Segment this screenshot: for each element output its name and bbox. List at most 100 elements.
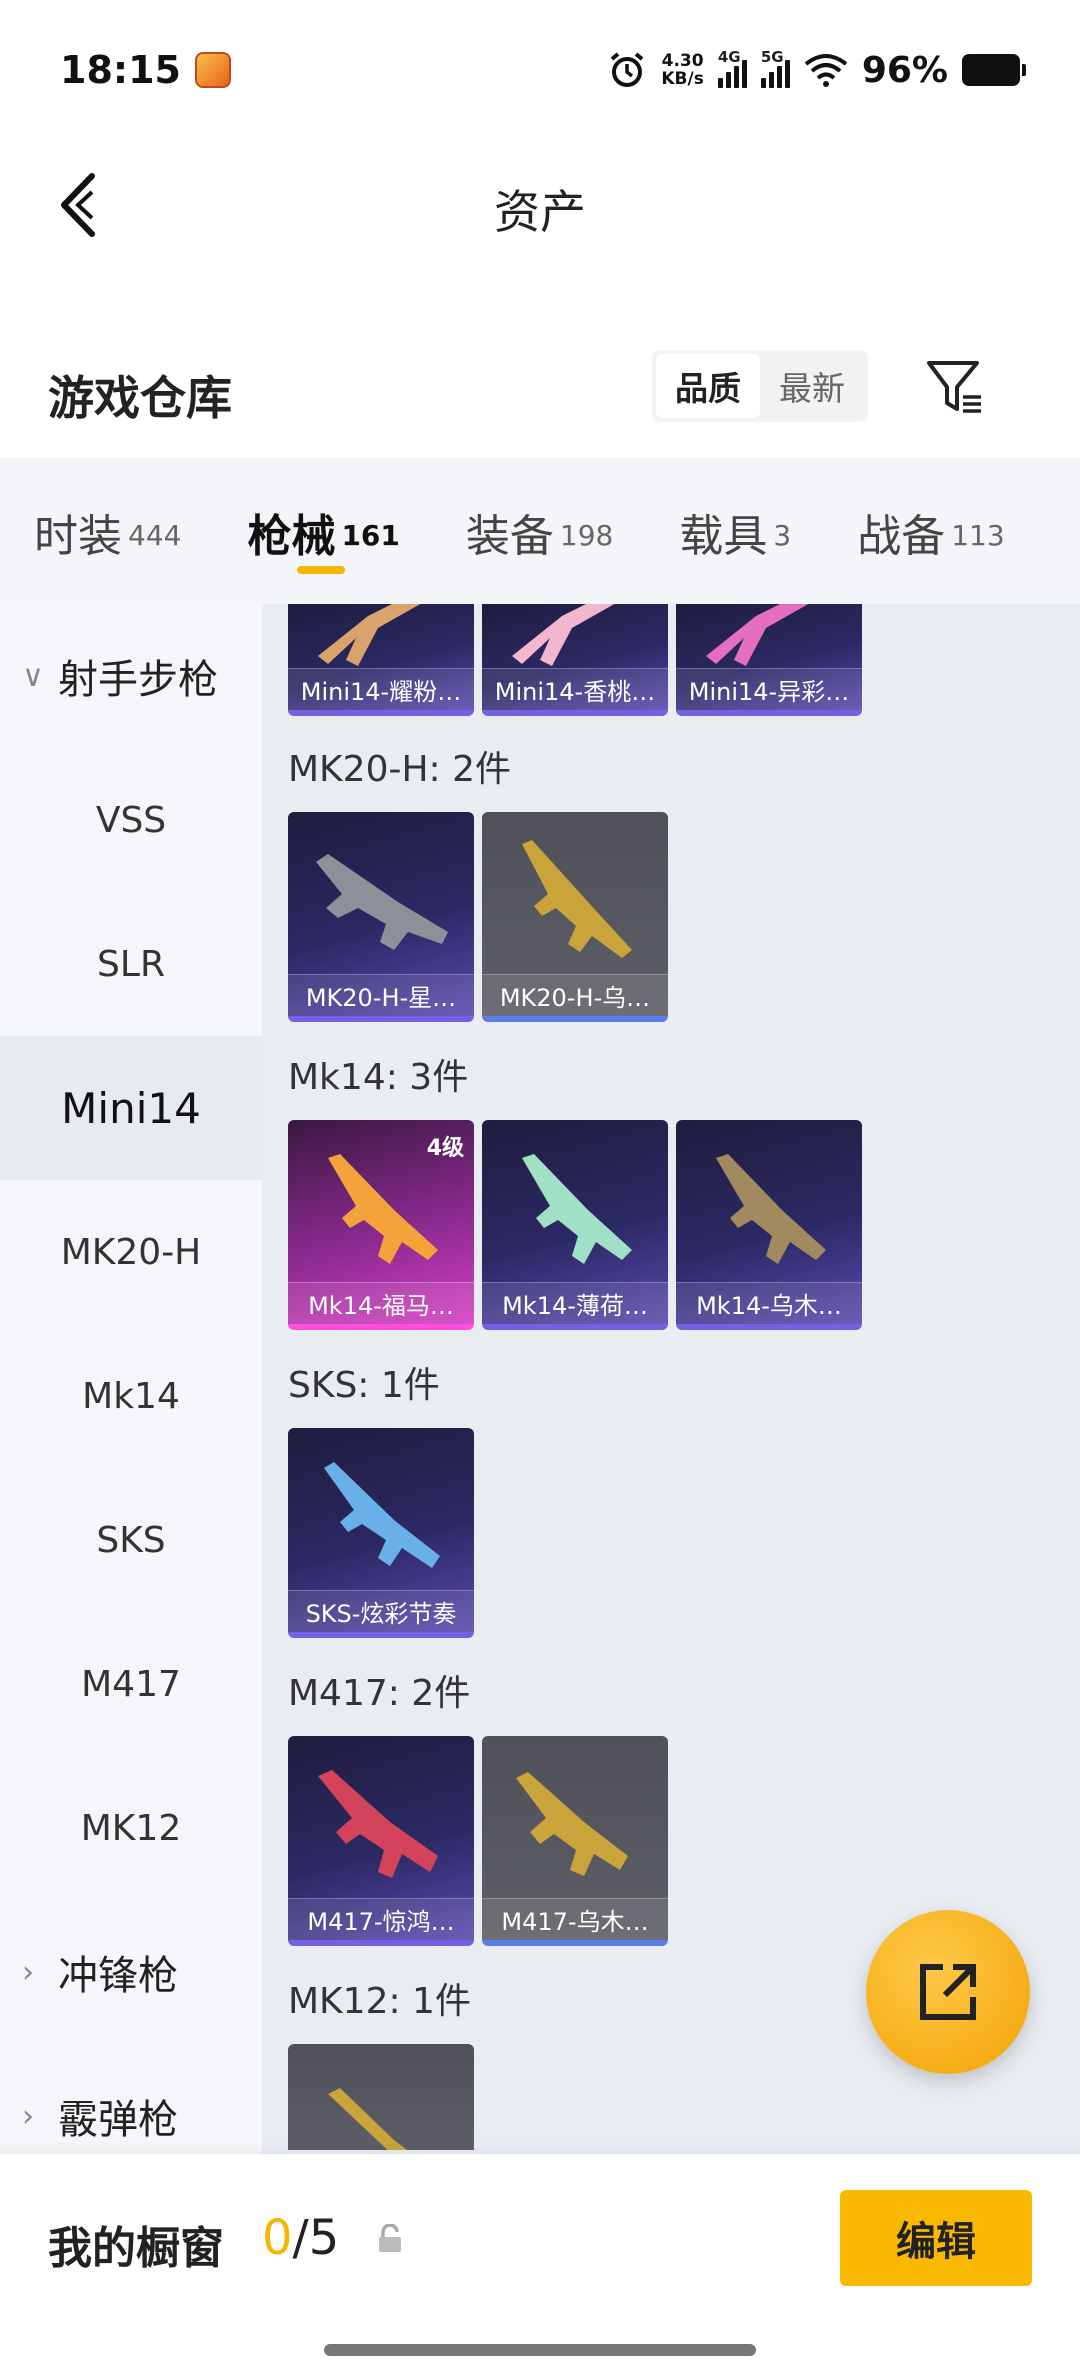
signal-4g-label: 4G <box>717 48 741 66</box>
sidebar-item-sks[interactable]: SKS <box>0 1468 262 1612</box>
sidebar-item-mk12[interactable]: MK12 <box>0 1756 262 1900</box>
card-row-mk14: 4级 Mk14-福马… Mk14-薄荷… Mk14-乌木… <box>288 1120 862 1330</box>
weapon-card[interactable]: Mini14-异彩… <box>676 604 862 716</box>
card-row-m417: M417-惊鸿… M417-乌木… <box>288 1736 668 1946</box>
weapon-card-label: Mini14-香桃… <box>482 668 668 710</box>
showcase-count-current: 0 <box>262 2210 293 2266</box>
sidebar-item-mk20h[interactable]: MK20-H <box>0 1180 262 1324</box>
tab-label: 时装 <box>34 511 122 562</box>
weapon-card-label: MK20-H-星… <box>288 974 474 1016</box>
sort-toggle: 品质 最新 <box>652 350 868 422</box>
sidebar-group-marksman[interactable]: ∨ 射手步枪 <box>0 604 262 748</box>
sort-by-quality[interactable]: 品质 <box>656 354 760 418</box>
section-label-m417: M417: 2件 <box>288 1673 471 1714</box>
weapon-card[interactable]: MK20-H-乌… <box>482 812 668 1022</box>
chevron-right-icon: › <box>22 2098 34 2134</box>
warehouse-title: 游戏仓库 <box>48 371 232 425</box>
card-row-sks: SKS-炫彩节奏 <box>288 1428 474 1638</box>
nav-bar: 资产 <box>0 140 1080 270</box>
weapon-card-label: Mini14-异彩… <box>676 668 862 710</box>
rifle-image-icon <box>716 1154 826 1264</box>
tab-weapons[interactable]: 枪械 161 <box>247 458 400 604</box>
signal-5g-label: 5G <box>760 48 784 66</box>
status-bar: 18:15 4.30 KB/s 4G 5G 96% <box>0 0 1080 140</box>
rifle-image-icon <box>522 1154 632 1264</box>
rifle-image-icon <box>328 1154 438 1264</box>
app-notification-icon <box>194 52 231 88</box>
sidebar-group-label: 射手步枪 <box>58 657 218 703</box>
wifi-icon <box>804 54 848 87</box>
sidebar-group-smg[interactable]: › 冲锋枪 <box>0 1900 262 2044</box>
rifle-image-icon <box>328 2088 407 2150</box>
share-button[interactable] <box>866 1910 1030 2074</box>
edit-button[interactable]: 编辑 <box>840 2190 1032 2286</box>
tab-fashion[interactable]: 时装 444 <box>34 458 181 604</box>
sidebar-item-vss[interactable]: VSS <box>0 748 262 892</box>
weapon-card[interactable]: Mk14-乌木… <box>676 1120 862 1330</box>
tab-count: 444 <box>128 518 182 552</box>
weapon-card[interactable]: MK20-H-星… <box>288 812 474 1022</box>
weapon-card-label: SKS-炫彩节奏 <box>288 1590 474 1632</box>
weapon-card[interactable]: Mini14-香桃… <box>482 604 668 716</box>
sidebar-item-slr[interactable]: SLR <box>0 892 262 1036</box>
filter-icon <box>927 361 981 413</box>
weapon-card-label: Mk14-薄荷… <box>482 1282 668 1324</box>
card-row-mk20h: MK20-H-星… MK20-H-乌… <box>288 812 668 1022</box>
rifle-image-icon <box>516 1772 628 1876</box>
weapon-type-sidebar: ∨ 射手步枪 VSS SLR Mini14 MK20-H Mk14 SKS M4… <box>0 604 262 2154</box>
weapon-card-label: MK20-H-乌… <box>482 974 668 1016</box>
rifle-image-icon <box>318 1770 438 1878</box>
lock-icon <box>379 2224 401 2252</box>
sidebar-item-m417[interactable]: M417 <box>0 1612 262 1756</box>
weapon-card[interactable]: Mini14-耀粉… <box>288 604 474 716</box>
speed-unit: KB/s <box>661 69 704 89</box>
weapon-card[interactable]: 4级 Mk14-福马… <box>288 1120 474 1330</box>
tab-equipment[interactable]: 装备 198 <box>466 458 613 604</box>
section-label-sks: SKS: 1件 <box>288 1365 440 1406</box>
weapon-card[interactable]: SKS-炫彩节奏 <box>288 1428 474 1638</box>
share-icon <box>920 1964 976 2020</box>
weapon-card[interactable] <box>288 2044 474 2150</box>
sidebar-group-label: 冲锋枪 <box>58 1953 178 1999</box>
weapon-card-label: M417-惊鸿… <box>288 1898 474 1940</box>
warehouse-header: 游戏仓库 品质 最新 <box>0 340 1080 460</box>
tab-supplies[interactable]: 战备 113 <box>857 458 1004 604</box>
alarm-icon <box>611 52 644 87</box>
sidebar-item-mini14[interactable]: Mini14 <box>0 1036 262 1180</box>
weapon-card[interactable]: M417-乌木… <box>482 1736 668 1946</box>
tab-vehicles[interactable]: 载具 3 <box>679 458 791 604</box>
sort-by-latest[interactable]: 最新 <box>760 354 864 418</box>
category-tabs: 时装 444 枪械 161 装备 198 载具 3 战备 113 <box>0 458 1080 604</box>
rifle-image-icon <box>316 854 448 950</box>
network-speed: 4.30 KB/s <box>661 52 703 88</box>
tab-count: 198 <box>559 518 614 552</box>
tab-count: 113 <box>951 518 1005 552</box>
speed-value: 4.30 <box>661 51 704 71</box>
page-title: 资产 <box>494 185 586 239</box>
tab-count: 161 <box>341 518 400 552</box>
home-indicator[interactable] <box>324 2344 756 2356</box>
signal-4g-icon: 4G <box>717 48 747 88</box>
chevron-down-icon: ∨ <box>22 658 44 694</box>
tab-count: 3 <box>773 518 792 552</box>
tab-label: 装备 <box>465 511 554 562</box>
weapon-card[interactable]: M417-惊鸿… <box>288 1736 474 1946</box>
weapon-card[interactable]: Mk14-薄荷… <box>482 1120 668 1330</box>
weapon-card-label: Mk14-福马… <box>288 1282 474 1324</box>
status-time: 18:15 <box>60 48 181 92</box>
tab-label: 载具 <box>679 511 768 562</box>
weapon-card-label: Mini14-耀粉… <box>288 668 474 710</box>
rifle-image-icon <box>324 1462 440 1568</box>
sidebar-group-label: 霰弹枪 <box>58 2097 178 2143</box>
weapon-card-label: Mk14-乌木… <box>676 1282 862 1324</box>
tab-label: 枪械 <box>247 511 336 562</box>
rifle-image-icon <box>522 840 632 958</box>
active-tab-indicator <box>297 566 346 574</box>
filter-button[interactable] <box>920 352 990 422</box>
battery-percent: 96% <box>861 49 948 91</box>
sidebar-group-shotgun[interactable]: › 霰弹枪 <box>0 2044 262 2154</box>
sidebar-item-mk14[interactable]: Mk14 <box>0 1324 262 1468</box>
card-row-mk12 <box>288 2044 474 2150</box>
weapon-card-label: M417-乌木… <box>482 1898 668 1940</box>
status-icons: 4.30 KB/s 4G 5G 96% <box>607 48 1026 91</box>
